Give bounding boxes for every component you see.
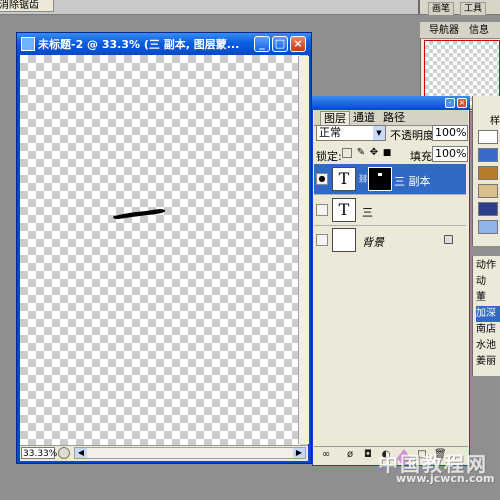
background-thumbnail <box>332 228 356 252</box>
fill-field[interactable]: 100% <box>432 146 468 162</box>
action-item[interactable]: 水池 <box>476 338 500 354</box>
style-swatch[interactable] <box>478 166 498 180</box>
text-layer-thumbnail: T <box>332 167 356 191</box>
blend-mode-value: 正常 <box>319 126 341 139</box>
tab-channels[interactable]: 通道 <box>350 111 378 124</box>
add-mask-icon[interactable]: ◘ <box>362 449 374 461</box>
layer-name: 三 副本 <box>394 175 431 188</box>
horizontal-scrollbar[interactable]: ◀ ▶ <box>74 447 306 459</box>
panel-minimize-icon[interactable]: - <box>445 98 455 108</box>
layer-row-background[interactable]: 背景 <box>314 225 466 256</box>
tab-layers[interactable]: 图层 <box>320 111 350 125</box>
lock-pixels-icon[interactable]: ✎ <box>356 148 366 158</box>
lock-icon <box>444 235 453 244</box>
status-menu-icon[interactable] <box>58 447 70 459</box>
anti-alias-button[interactable]: 消除锯齿 <box>0 0 54 12</box>
brush-stroke-glyph <box>113 209 166 219</box>
action-item[interactable]: 南店 <box>476 322 500 338</box>
tab-tools[interactable]: 工具 <box>460 2 487 15</box>
layer-mask-thumbnail[interactable] <box>368 167 392 191</box>
tab-navigator[interactable]: 导航器 <box>426 24 462 38</box>
tab-brushes[interactable]: 画笔 <box>428 2 455 15</box>
maximize-button[interactable]: □ <box>272 36 288 52</box>
eye-icon[interactable]: ● <box>316 173 328 185</box>
zoom-level-field[interactable]: 33.33% <box>21 447 57 459</box>
chevron-down-icon: ▼ <box>373 126 385 140</box>
style-swatch[interactable] <box>478 130 498 144</box>
action-item-selected[interactable]: 加深 <box>476 306 500 322</box>
layer-style-icon[interactable]: ø <box>344 449 356 461</box>
layer-row-three[interactable]: T 三 <box>314 195 466 226</box>
text-layer-thumbnail: T <box>332 198 356 222</box>
layers-list-empty-area <box>314 254 466 444</box>
tab-paths[interactable]: 路径 <box>380 111 408 124</box>
minimize-button[interactable]: _ <box>254 36 270 52</box>
visibility-toggle[interactable] <box>316 234 328 246</box>
transparent-canvas[interactable] <box>20 55 308 445</box>
action-item[interactable]: 动 <box>476 274 500 290</box>
photoshop-doc-icon <box>21 37 35 51</box>
layer-row-three-copy[interactable]: ● T ⛓ 三 副本 <box>314 164 466 195</box>
visibility-toggle[interactable] <box>316 204 328 216</box>
document-title: 未标题-2 @ 33.3% (三 副本, 图层蒙... <box>38 38 240 51</box>
palette-well: 画笔 工具 <box>420 0 500 15</box>
close-button[interactable]: × <box>290 36 306 52</box>
style-swatch[interactable] <box>478 202 498 216</box>
scroll-right-icon[interactable]: ▶ <box>293 448 305 458</box>
action-item[interactable]: 董 <box>476 290 500 306</box>
lock-all-icon[interactable]: ■ <box>382 148 392 158</box>
vertical-scrollbar[interactable] <box>298 56 309 444</box>
blend-mode-select[interactable]: 正常 ▼ <box>316 125 386 141</box>
scroll-left-icon[interactable]: ◀ <box>75 448 87 458</box>
layer-name: 背景 <box>362 236 384 249</box>
panel-close-icon[interactable]: × <box>457 98 467 108</box>
action-item[interactable]: 姜丽 <box>476 354 500 370</box>
lock-label: 锁定: <box>316 150 342 163</box>
navigator-tab-row: 导航器 信息 <box>420 22 500 39</box>
tab-actions[interactable]: 动作 <box>476 258 500 274</box>
opacity-field[interactable]: 100% <box>432 125 468 141</box>
link-icon: ⛓ <box>358 174 369 183</box>
style-swatch[interactable] <box>478 220 498 234</box>
style-swatch[interactable] <box>478 148 498 162</box>
tab-styles[interactable]: 样 <box>490 112 500 127</box>
layer-name: 三 <box>362 206 373 219</box>
opacity-label: 不透明度: <box>390 129 438 142</box>
link-layers-icon[interactable]: ∞ <box>320 449 332 461</box>
tab-info[interactable]: 信息 <box>466 24 492 38</box>
style-swatch[interactable] <box>478 184 498 198</box>
watermark-url: www.jcwcn.com <box>396 472 495 485</box>
lock-position-icon[interactable]: ✥ <box>369 148 379 158</box>
lock-transparency-icon[interactable] <box>342 148 352 158</box>
